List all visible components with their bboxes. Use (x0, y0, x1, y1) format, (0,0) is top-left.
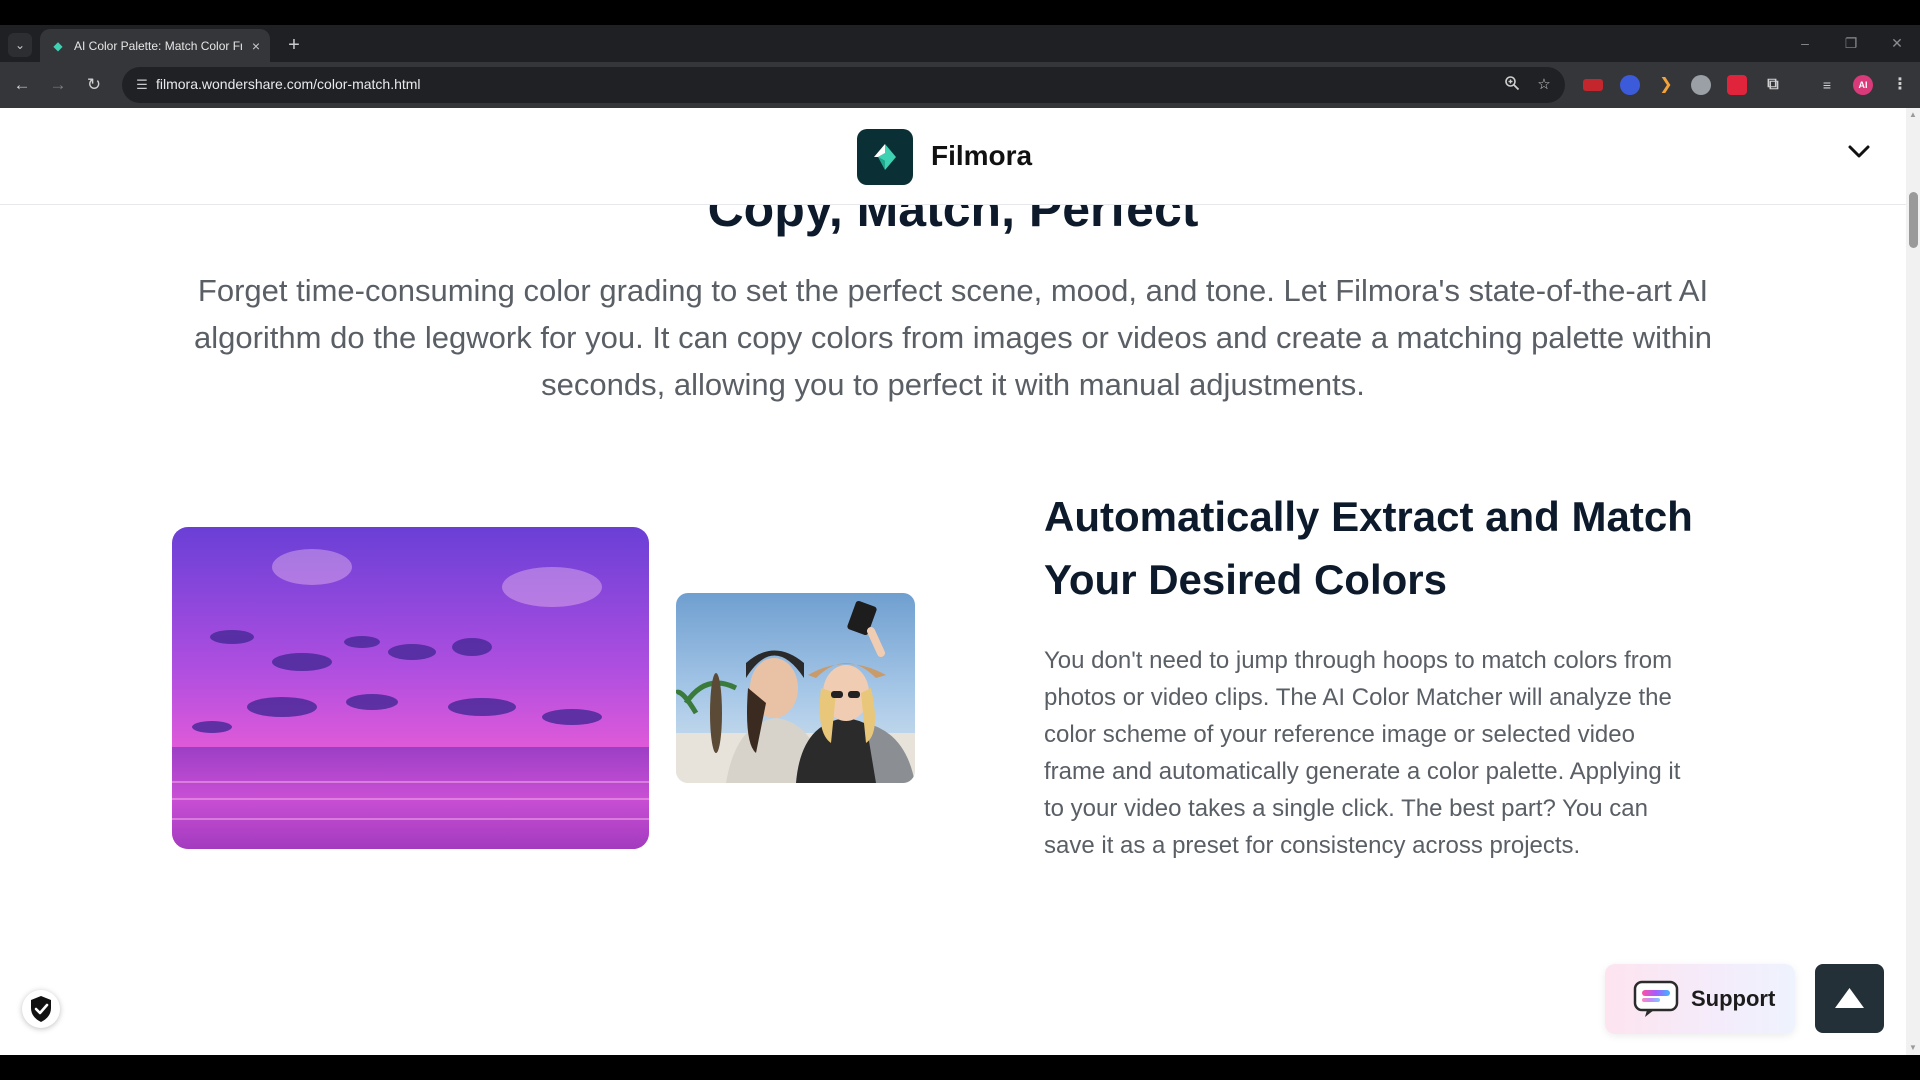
support-button[interactable]: Support (1605, 964, 1795, 1034)
site-info-icon[interactable]: ☰ (132, 75, 152, 95)
minimize-button[interactable]: – (1782, 25, 1828, 62)
sunset-reference-image (172, 527, 649, 849)
close-window-button[interactable]: ✕ (1874, 25, 1920, 62)
filmora-logo[interactable] (857, 129, 913, 185)
shield-check-icon (31, 996, 51, 1022)
bookmark-star-icon[interactable]: ☆ (1534, 75, 1554, 95)
extension-flame-icon[interactable]: ❯ (1656, 75, 1676, 95)
forward-button[interactable]: → (46, 73, 70, 97)
extension-red-icon[interactable] (1583, 79, 1603, 91)
bottom-frame (0, 1055, 1920, 1080)
brand-name[interactable]: Filmora (931, 140, 1032, 172)
media-controls-icon[interactable]: ≡ (1817, 75, 1837, 95)
extension-grey-icon[interactable] (1691, 75, 1711, 95)
filmora-logo-icon (874, 144, 896, 170)
selfie-reference-image (676, 593, 915, 783)
support-label: Support (1691, 986, 1776, 1011)
chevron-down-icon[interactable] (1843, 136, 1875, 168)
page-scrollbar[interactable]: ▲ ▼ (1906, 108, 1920, 1055)
security-badge[interactable] (22, 990, 60, 1028)
feature-description: You don't need to jump through hoops to … (1044, 647, 1681, 859)
chevron-down-icon: ⌄ (14, 38, 26, 52)
restore-button[interactable]: ❐ (1828, 25, 1874, 62)
feature-title: Automatically Extract and Match Your Des… (1044, 493, 1693, 603)
filmora-favicon-icon: ◆ (53, 38, 63, 53)
browser-menu-icon[interactable]: ⋮ (1890, 75, 1910, 95)
extension-blue-icon[interactable] (1620, 75, 1640, 95)
section-description: Forget time-consuming color grading to s… (193, 273, 1713, 402)
site-header: Filmora (0, 108, 1906, 205)
top-frame (0, 0, 1920, 25)
tab-list-button[interactable]: ⌄ (8, 33, 32, 57)
new-tab-button[interactable]: + (282, 33, 306, 57)
window-controls: – ❐ ✕ (1782, 25, 1920, 62)
reload-button[interactable]: ↻ (82, 73, 106, 97)
tab-close-icon[interactable]: × (252, 38, 260, 54)
url-text[interactable]: filmora.wondershare.com/color-match.html (156, 76, 421, 92)
profile-avatar[interactable]: AI (1853, 75, 1873, 95)
zoom-icon[interactable] (1502, 75, 1522, 95)
triangle-up-icon (1835, 988, 1864, 1008)
extension-record-icon[interactable] (1727, 75, 1747, 95)
extensions-puzzle-icon[interactable]: ⧉ (1763, 75, 1783, 95)
browser-toolbar: ← → ↻ ☰ filmora.wondershare.com/color-ma… (0, 62, 1920, 108)
scroll-up-arrow-icon[interactable]: ▲ (1906, 108, 1920, 122)
back-to-top-button[interactable] (1815, 964, 1884, 1033)
tab-title: AI Color Palette: Match Color Fr (73, 38, 242, 53)
page-viewport: Filmora Copy, Match, Perfect Forget time… (0, 108, 1920, 1055)
scroll-down-arrow-icon[interactable]: ▼ (1906, 1041, 1920, 1055)
address-bar[interactable]: ☰ filmora.wondershare.com/color-match.ht… (122, 67, 1565, 103)
back-button[interactable]: ← (10, 73, 34, 97)
chat-support-icon (1633, 980, 1679, 1017)
tab-active[interactable]: ◆ AI Color Palette: Match Color Fr × (40, 29, 270, 62)
tab-strip: ⌄ ◆ AI Color Palette: Match Color Fr × +… (0, 25, 1920, 62)
scroll-thumb[interactable] (1909, 192, 1918, 248)
